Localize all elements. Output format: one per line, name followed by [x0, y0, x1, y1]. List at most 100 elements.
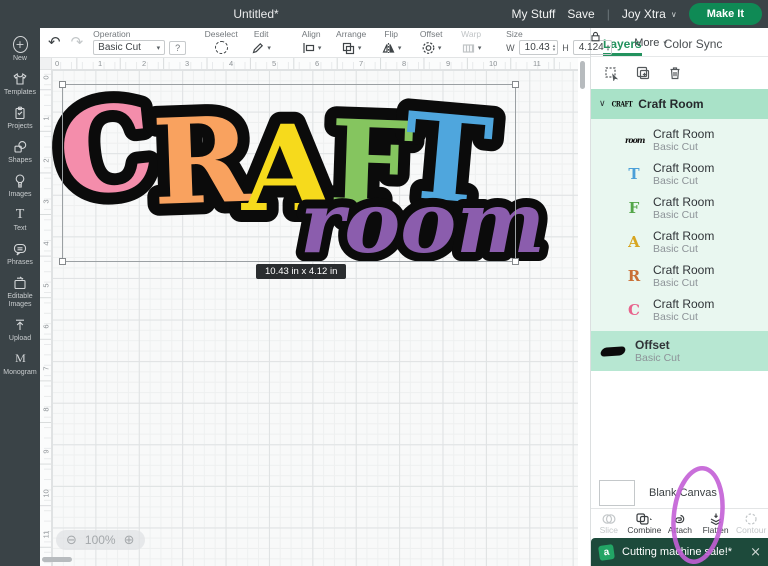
width-input[interactable]: 10.43 ▴ ▾: [518, 40, 559, 55]
lock-ratio-button[interactable]: [590, 29, 601, 47]
chevron-down-icon: ▾: [357, 43, 362, 52]
dimensions-badge: 10.43 in x 4.12 in: [256, 264, 347, 279]
paperclip-icon: [675, 514, 685, 524]
chevron-down-icon: ▾: [397, 43, 402, 52]
layer-thumbnail: C: [628, 301, 640, 319]
layer-row-c[interactable]: C Craft Room Basic Cut: [591, 293, 768, 327]
document-title[interactable]: Untitled*: [233, 7, 278, 21]
my-stuff-link[interactable]: My Stuff: [512, 7, 556, 21]
combine-icon: [636, 513, 653, 525]
lock-icon: [591, 31, 600, 42]
flatten-button[interactable]: Flatten: [698, 512, 734, 535]
canvas-area[interactable]: 0 1 2 3 4 5 6 7 8 9 10 11 0 1 2 3 4 5 6 …: [40, 58, 590, 566]
sidebar-item-images[interactable]: Images: [0, 172, 40, 199]
chevron-down-icon: ▾: [437, 43, 442, 52]
layer-row-room[interactable]: room Craft Room Basic Cut: [591, 123, 768, 157]
vertical-scrollbar[interactable]: [580, 61, 585, 89]
operation-group: Operation Basic Cut ▾ ?: [93, 30, 187, 55]
help-button[interactable]: ?: [169, 40, 187, 55]
flip-icon: [382, 42, 395, 53]
vertical-ruler: 0 1 2 3 4 5 6 7 8 9 10 11: [40, 70, 52, 566]
sidebar-item-phrases[interactable]: Phrases: [0, 240, 40, 267]
resize-handle-bottom-left[interactable]: [59, 258, 66, 265]
notification-banner: a Cutting machine sale!* ×: [591, 538, 768, 566]
close-icon[interactable]: ×: [750, 545, 761, 560]
layer-group-craft-room[interactable]: ∨ CRAFT Craft Room: [591, 89, 768, 119]
speech-bubble-icon: [12, 240, 28, 257]
offset-icon: [422, 41, 435, 54]
sidebar-item-projects[interactable]: Projects: [0, 104, 40, 131]
tab-color-sync[interactable]: Color Sync: [664, 37, 723, 56]
sidebar-item-editable-images[interactable]: Editable Images: [0, 274, 40, 309]
contour-icon: [745, 513, 757, 525]
machine-name: Joy Xtra: [621, 7, 666, 21]
topbar-divider: |: [606, 7, 610, 21]
undo-button[interactable]: ↶: [48, 35, 61, 50]
edit-toolbar: ↶ ↷ Operation Basic Cut ▾ ? Deselect Edi…: [40, 28, 667, 58]
flip-button[interactable]: Flip ▾: [376, 30, 406, 55]
deselect-button[interactable]: Deselect: [205, 30, 238, 55]
edit-button[interactable]: Edit ▾: [246, 30, 276, 55]
layer-row-offset-selected[interactable]: Offset Basic Cut: [591, 331, 768, 371]
layer-actions-bar: Slice Combine Attach Flatten Contour: [591, 508, 768, 538]
editable-images-icon: [12, 274, 28, 291]
layer-row-a[interactable]: A Craft Room Basic Cut: [591, 225, 768, 259]
offset-button[interactable]: Offset ▾: [416, 30, 446, 55]
panel-tabs: Layers Color Sync: [591, 28, 768, 57]
offset-thumbnail: [599, 345, 627, 357]
chevron-down-icon: ▾: [663, 38, 667, 47]
layer-row-t[interactable]: T Craft Room Basic Cut: [591, 157, 768, 191]
chevron-down-icon: ▾: [156, 43, 161, 52]
balloon-icon: [12, 172, 28, 189]
make-it-button[interactable]: Make It: [688, 3, 762, 25]
shapes-icon: [12, 138, 28, 155]
sidebar-item-shapes[interactable]: Shapes: [0, 138, 40, 165]
warp-icon: [462, 43, 475, 53]
duplicate-icon[interactable]: [635, 65, 651, 81]
resize-handle-bottom-right[interactable]: [512, 258, 519, 265]
height-stepper[interactable]: ▴ ▾: [607, 43, 610, 52]
layer-row-f[interactable]: F Craft Room Basic Cut: [591, 191, 768, 225]
machine-selector[interactable]: Joy Xtra ∨: [622, 7, 677, 21]
canvas-color-swatch[interactable]: [599, 480, 635, 506]
trash-icon[interactable]: [667, 65, 683, 81]
layer-thumbnail: A: [628, 233, 640, 251]
operation-dropdown[interactable]: Basic Cut ▾: [93, 40, 166, 55]
chevron-down-icon: ▾: [267, 43, 271, 52]
zoom-in-button[interactable]: ⊕: [124, 534, 135, 547]
selection-box[interactable]: [59, 81, 519, 265]
zoom-level: 100%: [84, 533, 116, 547]
layer-group-children: room Craft Room Basic Cut T Craft Room Bas…: [591, 119, 768, 331]
combine-button[interactable]: Combine: [627, 512, 663, 535]
resize-handle-top-right[interactable]: [512, 81, 519, 88]
horizontal-ruler: 0 1 2 3 4 5 6 7 8 9 10 11: [52, 58, 578, 70]
sidebar-item-new[interactable]: + New: [0, 36, 40, 63]
save-link[interactable]: Save: [567, 7, 594, 21]
slice-button: Slice: [591, 512, 627, 535]
layers-panel: Layers Color Sync ∨ CRAFT Craft Room roo…: [590, 28, 768, 566]
align-icon: [303, 42, 315, 53]
chevron-down-icon[interactable]: ∨: [599, 99, 606, 109]
text-icon: T: [15, 206, 25, 222]
sidebar-item-monogram[interactable]: M Monogram: [0, 350, 40, 377]
pencil-icon: [252, 42, 264, 53]
zoom-out-button[interactable]: ⊖: [66, 534, 77, 547]
top-bar: Untitled* My Stuff Save | Joy Xtra ∨ Mak…: [0, 0, 768, 28]
layer-row-r[interactable]: R Craft Room Basic Cut: [591, 259, 768, 293]
attach-button[interactable]: Attach: [662, 512, 698, 535]
horizontal-scrollbar[interactable]: [42, 557, 72, 562]
align-button[interactable]: Align ▾: [296, 30, 326, 55]
sidebar-item-upload[interactable]: Upload: [0, 316, 40, 343]
slice-icon: [602, 514, 616, 524]
upload-icon: [12, 316, 28, 333]
arrange-button[interactable]: Arrange ▾: [336, 30, 366, 55]
resize-handle-top-left[interactable]: [59, 81, 66, 88]
width-stepper[interactable]: ▴ ▾: [553, 43, 556, 52]
deselect-icon: [214, 41, 228, 54]
arrange-icon: [342, 42, 355, 54]
sidebar-item-text[interactable]: T Text: [0, 206, 40, 233]
select-all-icon[interactable]: [603, 65, 619, 81]
left-sidebar: + New Templates Projects Shapes Images T…: [0, 28, 40, 566]
sidebar-item-templates[interactable]: Templates: [0, 70, 40, 97]
more-button[interactable]: More ▾: [634, 37, 667, 49]
